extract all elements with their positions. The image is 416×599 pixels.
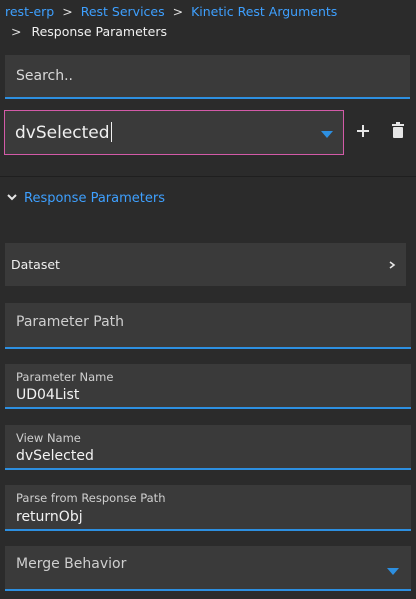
dataset-row[interactable]: Dataset (5, 243, 406, 286)
plus-icon (357, 125, 369, 137)
parameter-name-value: UD04List (16, 387, 80, 403)
breadcrumb-separator: > (172, 4, 184, 19)
delete-button[interactable] (389, 121, 407, 141)
view-name-label: View Name (16, 431, 81, 445)
dataset-select[interactable]: dvSelected (4, 110, 344, 155)
breadcrumb-current: Response Parameters (31, 24, 168, 39)
parse-from-response-path-field[interactable]: Parse from Response Path returnObj (5, 485, 411, 531)
chevron-right-icon (389, 261, 396, 269)
breadcrumb-link-rest-services[interactable]: Rest Services (81, 4, 165, 19)
view-name-value: dvSelected (16, 448, 94, 464)
breadcrumb: rest-erp > Rest Services > Kinetic Rest … (5, 4, 413, 20)
chevron-down-icon (387, 568, 399, 575)
add-button[interactable] (353, 121, 373, 141)
dataset-label: Dataset (11, 257, 60, 272)
trash-icon (392, 122, 404, 138)
section-title: Response Parameters (24, 191, 165, 206)
breadcrumb-link-rest-erp[interactable]: rest-erp (5, 4, 54, 19)
breadcrumb-separator: > (11, 24, 22, 39)
breadcrumb-separator: > (62, 4, 73, 19)
breadcrumb-link-kinetic-rest-arguments[interactable]: Kinetic Rest Arguments (191, 4, 337, 19)
parse-from-response-path-value: returnObj (16, 509, 83, 525)
search-input[interactable]: Search.. (5, 55, 410, 99)
chevron-down-icon (7, 194, 17, 201)
merge-behavior-label: Merge Behavior (16, 556, 127, 572)
parse-from-response-path-label: Parse from Response Path (16, 491, 166, 505)
breadcrumb-current-row: > Response Parameters (11, 24, 167, 40)
parameter-path-field[interactable]: Parameter Path (5, 303, 411, 349)
section-toggle-response-parameters[interactable]: Response Parameters (6, 191, 165, 206)
dataset-select-value: dvSelected (15, 122, 112, 143)
parameter-name-label: Parameter Name (16, 370, 114, 384)
merge-behavior-select[interactable]: Merge Behavior (5, 546, 411, 591)
divider (0, 176, 416, 177)
chevron-down-icon (321, 131, 333, 138)
view-name-field[interactable]: View Name dvSelected (5, 425, 411, 470)
search-placeholder: Search.. (16, 68, 73, 84)
parameter-name-field[interactable]: Parameter Name UD04List (5, 364, 411, 409)
parameter-path-label: Parameter Path (16, 314, 125, 330)
